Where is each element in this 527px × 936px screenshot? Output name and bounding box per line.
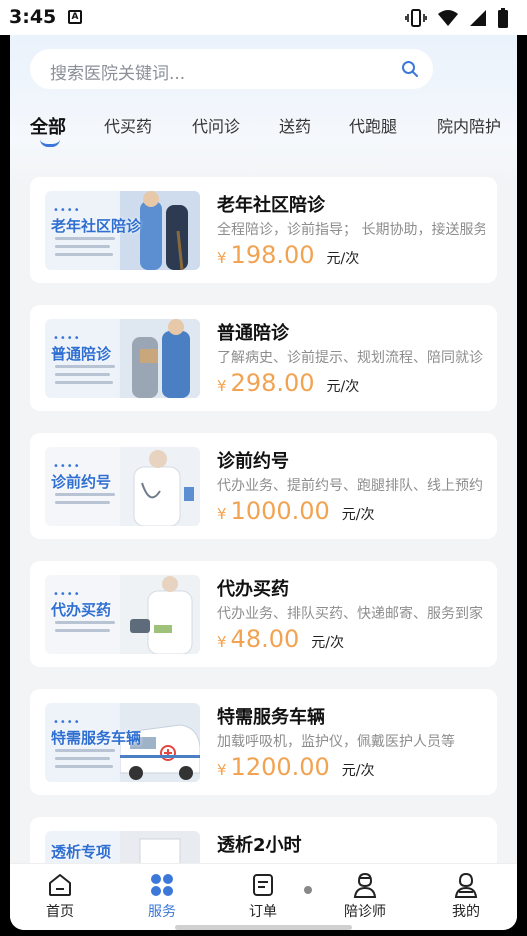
service-price: ¥48.00 元/次 [217,625,344,653]
thumbnail-title: 透析专项 [51,843,112,861]
service-price: ¥1000.00 元/次 [217,497,375,525]
tab-inpatient-care[interactable]: 院内陪护 [437,113,501,137]
status-bar: 3:45 A [0,0,527,35]
grid-icon [151,874,173,896]
home-icon [49,874,71,896]
price-unit: 元/次 [326,251,360,267]
price-value: 1200.00 [230,753,330,781]
profile-icon [454,872,478,898]
category-tabs: 全部 代买药 代问诊 送药 代跑腿 院内陪护 [10,111,517,151]
price-unit: 元/次 [326,379,360,395]
service-description: 了解病史、诊前提示、规划流程、陪同就诊 [217,350,483,366]
tab-errand[interactable]: 代跑腿 [349,113,397,137]
service-title: 普通陪诊 [217,323,289,344]
service-thumbnail: •••• 老年社区陪诊 [45,191,200,270]
price-unit: 元/次 [341,507,375,523]
nav-orders[interactable]: 订单 [223,872,303,921]
center-dot [304,886,312,894]
tab-all[interactable]: 全部 [30,113,66,139]
currency-symbol: ¥ [217,761,227,779]
nav-profile[interactable]: 我的 [426,872,506,921]
thumbnail-title: 普通陪诊 [51,345,112,363]
currency-symbol: ¥ [217,249,227,267]
search-input[interactable]: 搜索医院关键词... [30,49,433,89]
thumbnail-title: 老年社区陪诊 [51,217,142,235]
wifi-icon [438,10,458,26]
service-description: 代办业务、提前约号、跑腿排队、线上预约 [217,478,483,494]
service-photo [120,447,200,526]
sim-badge: A [68,10,82,24]
app-screen: 搜索医院关键词... 全部 代买药 代问诊 送药 代跑腿 院内陪护 •••• 老… [10,35,517,930]
bottom-nav: 首页 服务 订单 陪诊师 我的 [10,863,517,930]
service-description: 全程陪诊，诊前指导； 长期协助，接送服务 [217,222,485,238]
service-card[interactable]: •••• 代办买药 代办买药 代办业务、排队买药、快递邮寄、服务到家 ¥48.0… [30,561,497,667]
service-description: 加载呼吸机，监护仪，佩戴医护人员等 [217,734,455,750]
price-value: 298.00 [230,369,315,397]
signal-icon [470,10,486,26]
service-title: 透析2小时 [217,835,302,856]
service-price: ¥1200.00 元/次 [217,753,375,781]
currency-symbol: ¥ [217,505,227,523]
search-placeholder: 搜索医院关键词... [50,64,186,84]
service-thumbnail: •••• 代办买药 [45,575,200,654]
nav-home[interactable]: 首页 [20,872,100,921]
nav-label: 服务 [148,904,176,920]
vibrate-icon [405,9,427,27]
service-description: 代办业务、排队买药、快递邮寄、服务到家 [217,606,483,622]
service-price: ¥298.00 元/次 [217,369,359,397]
nav-escort[interactable]: 陪诊师 [325,872,405,921]
status-time: 3:45 [9,6,57,28]
nav-label: 我的 [452,904,480,920]
service-title: 特需服务车辆 [217,707,325,728]
price-value: 1000.00 [230,497,330,525]
service-thumbnail: •••• 诊前约号 [45,447,200,526]
service-title: 老年社区陪诊 [217,195,325,216]
thumbnail-title: 特需服务车辆 [51,729,142,747]
tab-consult[interactable]: 代问诊 [192,113,240,137]
price-value: 198.00 [230,241,315,269]
service-title: 诊前约号 [217,451,289,472]
price-value: 48.00 [230,625,300,653]
thumbnail-title: 代办买药 [51,601,112,619]
price-unit: 元/次 [341,763,375,779]
tab-deliver-medicine[interactable]: 送药 [279,113,311,137]
search-icon[interactable] [401,60,419,78]
currency-symbol: ¥ [217,377,227,395]
price-unit: 元/次 [311,635,344,651]
nav-label: 首页 [46,904,74,920]
order-icon [253,874,273,896]
service-thumbnail: •••• 普通陪诊 [45,319,200,398]
service-price: ¥198.00 元/次 [217,241,359,269]
service-card[interactable]: •••• 诊前约号 诊前约号 代办业务、提前约号、跑腿排队、线上预约 ¥1000… [30,433,497,539]
home-indicator[interactable] [175,925,352,930]
thumbnail-title: 诊前约号 [51,473,112,491]
nav-label: 陪诊师 [344,904,386,920]
tab-buy-medicine[interactable]: 代买药 [104,113,152,137]
status-icons [405,8,509,28]
escort-icon [353,872,377,898]
service-card[interactable]: •••• 普通陪诊 普通陪诊 了解病史、诊前提示、规划流程、陪同就诊 ¥298.… [30,305,497,411]
nav-label: 订单 [249,904,277,920]
service-card[interactable]: •••• 老年社区陪诊 老年社区陪诊 全程陪诊，诊前指导； 长期协助，接送服务 … [30,177,497,283]
service-title: 代办买药 [217,579,289,600]
service-thumbnail: •••• 特需服务车辆 [45,703,200,782]
service-photo [120,575,200,654]
active-tab-indicator [40,139,60,147]
header: 搜索医院关键词... 全部 代买药 代问诊 送药 代跑腿 院内陪护 [10,35,517,185]
battery-icon [498,8,508,28]
service-photo [120,319,200,398]
currency-symbol: ¥ [217,633,227,651]
nav-service[interactable]: 服务 [122,872,202,921]
service-card[interactable]: •••• 特需服务车辆 特需服务车辆 加载呼吸机，监护仪，佩戴医护人员等 ¥12… [30,689,497,795]
